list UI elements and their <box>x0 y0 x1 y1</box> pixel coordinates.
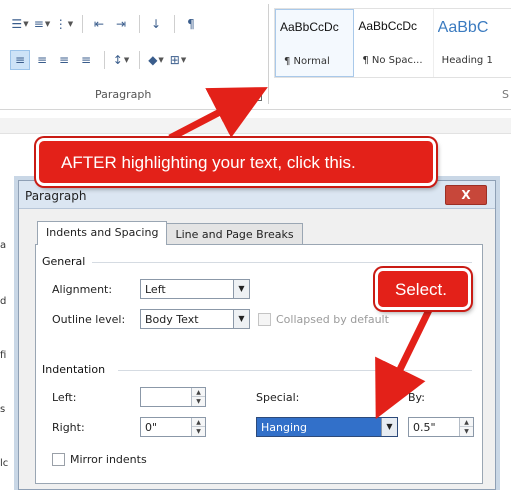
spinner-buttons[interactable]: ▲ ▼ <box>191 418 205 436</box>
right-indent-label: Right: <box>52 421 85 434</box>
borders-button[interactable]: ⊞ ▼ <box>168 50 188 70</box>
close-button[interactable]: X <box>445 185 487 205</box>
dialog-tabs: Indents and Spacing Line and Page Breaks <box>37 221 303 245</box>
show-formatting-marks-button[interactable]: ¶ <box>181 14 201 34</box>
decrease-indent-button[interactable]: ⇤ <box>89 14 109 34</box>
dialog-title: Paragraph <box>25 189 87 203</box>
select-callout: Select. <box>375 268 471 310</box>
document-text-fragment: a <box>0 240 7 251</box>
outline-level-select[interactable]: Body Text ▼ <box>140 309 250 329</box>
tab-indents-and-spacing[interactable]: Indents and Spacing <box>37 221 168 245</box>
style-sample: AaBbCcDc <box>358 19 418 33</box>
ribbon-separator <box>82 15 83 33</box>
chevron-down-icon[interactable]: ▼ <box>381 418 397 436</box>
left-indent-label: Left: <box>52 391 77 404</box>
ribbon-separator <box>174 15 175 33</box>
style-name: ¶ No Spac... <box>362 55 423 66</box>
document-text-fragment: lc <box>0 458 9 469</box>
style-normal[interactable]: AaBbCcDc ¶ Normal <box>275 9 355 77</box>
special-label: Special: <box>256 391 300 404</box>
group-divider <box>268 4 269 104</box>
ribbon-separator <box>104 51 105 69</box>
outline-level-value: Body Text <box>145 313 199 326</box>
ribbon-row-top: ☰ ▼ ≡ ▼ ⋮ ▼ ⇤ ⇥ ↓ ¶ <box>10 14 203 34</box>
spinner-buttons[interactable]: ▲ ▼ <box>459 418 473 436</box>
paragraph-dialog: Paragraph X Indents and Spacing Line and… <box>18 180 496 490</box>
left-indent-spinner[interactable]: ▲ ▼ <box>140 387 206 407</box>
alignment-label: Alignment: <box>52 283 113 296</box>
style-heading-1[interactable]: AaBbC Heading 1 <box>434 9 511 77</box>
spin-up-icon[interactable]: ▲ <box>460 418 473 427</box>
increase-indent-button[interactable]: ⇥ <box>111 14 131 34</box>
paragraph-dialog-launcher-icon[interactable] <box>252 91 262 101</box>
style-name: ¶ Normal <box>284 56 330 67</box>
special-select[interactable]: Hanging ▼ <box>256 417 398 437</box>
section-indentation-heading: Indentation <box>42 363 106 376</box>
spin-down-icon[interactable]: ▼ <box>460 427 473 436</box>
spin-up-icon[interactable]: ▲ <box>192 418 205 427</box>
multilevel-list-button[interactable]: ⋮ ▼ <box>54 14 74 34</box>
alignment-value: Left <box>145 283 166 296</box>
outline-level-label: Outline level: <box>52 313 126 326</box>
right-indent-value: 0" <box>145 421 158 434</box>
styles-group-label-fragment: S <box>502 88 509 101</box>
align-right-button[interactable]: ≡ <box>54 50 74 70</box>
mirror-indents-label: Mirror indents <box>70 453 147 466</box>
line-spacing-button[interactable]: ↕ ▼ <box>111 50 131 70</box>
section-general-heading: General <box>42 255 86 268</box>
shading-button[interactable]: ◆ ▼ <box>146 50 166 70</box>
style-sample: AaBbC <box>437 19 489 36</box>
ribbon-row-bottom: ≡ ≡ ≡ ≡ ↕ ▼ ◆ ▼ ⊞ ▼ <box>10 50 190 70</box>
special-value: Hanging <box>261 421 307 434</box>
style-no-spacing[interactable]: AaBbCcDc ¶ No Spac... <box>354 9 434 77</box>
sort-button[interactable]: ↓ <box>146 14 166 34</box>
bullets-button[interactable]: ☰ ▼ <box>10 14 30 34</box>
by-value: 0.5" <box>413 421 436 434</box>
ribbon-separator <box>139 15 140 33</box>
chevron-down-icon[interactable]: ▼ <box>233 280 249 298</box>
instruction-callout: AFTER highlighting your text, click this… <box>36 138 436 186</box>
ribbon-paragraph-group: ☰ ▼ ≡ ▼ ⋮ ▼ ⇤ ⇥ ↓ ¶ ≡ ≡ ≡ ≡ ↕ ▼ ◆ ▼ ⊞ ▼ Paragr… <box>0 0 511 110</box>
spinner-buttons[interactable]: ▲ ▼ <box>191 388 205 406</box>
document-text-fragment: fi <box>0 350 7 361</box>
center-button[interactable]: ≡ <box>32 50 52 70</box>
collapsed-by-default-checkbox[interactable] <box>258 313 271 326</box>
by-label: By: <box>408 391 425 404</box>
styles-gallery: AaBbCcDc ¶ Normal AaBbCcDc ¶ No Spac... … <box>274 8 511 78</box>
section-divider <box>118 370 472 371</box>
document-text-fragment: d <box>0 296 7 307</box>
document-text-fragment: s <box>0 404 6 415</box>
spin-down-icon[interactable]: ▼ <box>192 427 205 436</box>
chevron-down-icon[interactable]: ▼ <box>233 310 249 328</box>
alignment-select[interactable]: Left ▼ <box>140 279 250 299</box>
right-indent-spinner[interactable]: 0" ▲ ▼ <box>140 417 206 437</box>
paragraph-group-label: Paragraph <box>95 88 152 101</box>
by-spinner[interactable]: 0.5" ▲ ▼ <box>408 417 474 437</box>
mirror-indents-checkbox[interactable] <box>52 453 65 466</box>
spin-down-icon[interactable]: ▼ <box>192 397 205 406</box>
ribbon-separator <box>139 51 140 69</box>
spin-up-icon[interactable]: ▲ <box>192 388 205 397</box>
align-left-button[interactable]: ≡ <box>10 50 30 70</box>
numbering-button[interactable]: ≡ ▼ <box>32 14 52 34</box>
style-sample: AaBbCcDc <box>280 20 339 34</box>
document-ruler-strip <box>0 118 511 134</box>
tab-line-and-page-breaks[interactable]: Line and Page Breaks <box>166 223 303 245</box>
section-divider <box>92 262 472 263</box>
collapsed-by-default-label: Collapsed by default <box>276 313 389 326</box>
justify-button[interactable]: ≡ <box>76 50 96 70</box>
style-name: Heading 1 <box>441 55 493 66</box>
